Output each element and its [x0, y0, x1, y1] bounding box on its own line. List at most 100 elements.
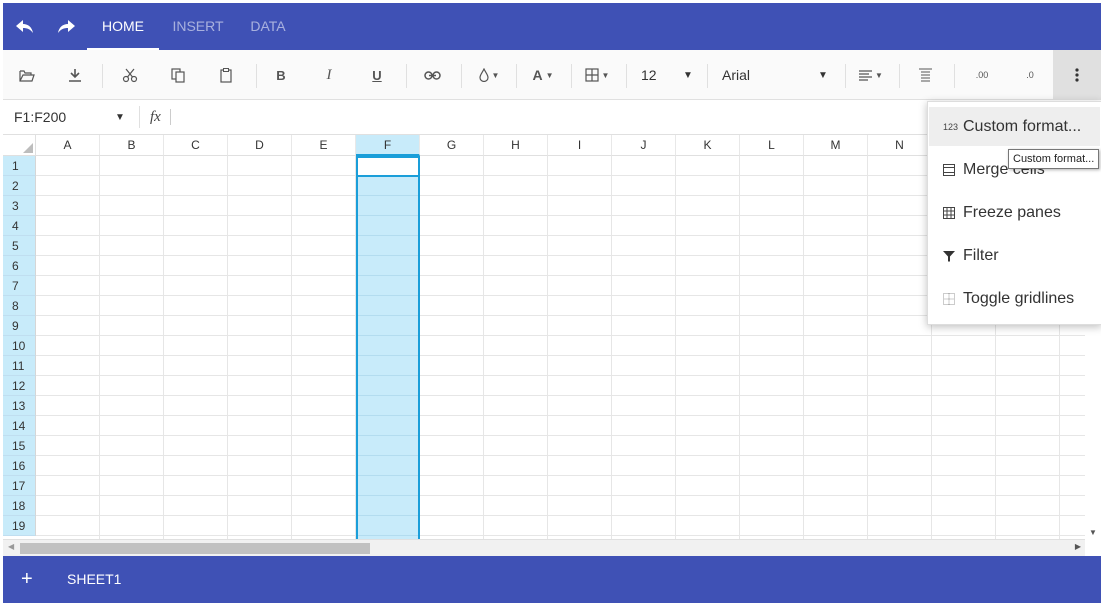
copy-icon: [171, 67, 185, 83]
menu-item-toggle-gridlines[interactable]: Toggle gridlines: [929, 279, 1100, 318]
row-header[interactable]: 2: [3, 176, 36, 196]
row-header[interactable]: 12: [3, 376, 36, 396]
decrease-decimal-button[interactable]: .0: [1015, 50, 1045, 100]
sheet-tab[interactable]: SHEET1: [67, 556, 121, 603]
row-header[interactable]: 9: [3, 316, 36, 336]
row-header[interactable]: 11: [3, 356, 36, 376]
font-color-label: A: [532, 67, 543, 83]
more-options-button[interactable]: [1053, 50, 1101, 100]
column-header[interactable]: G: [420, 135, 484, 156]
column-header[interactable]: K: [676, 135, 740, 156]
row-header[interactable]: 3: [3, 196, 36, 216]
formula-input[interactable]: [175, 100, 935, 135]
paste-button[interactable]: [212, 50, 240, 100]
chevron-down-icon[interactable]: ▼: [115, 100, 125, 135]
bold-button[interactable]: B: [267, 50, 295, 100]
align-button[interactable]: ▼: [853, 50, 889, 100]
wrap-text-button[interactable]: [911, 50, 939, 100]
spreadsheet-app: HOME INSERT DATA B I U ▼ A ▼ ▼ 12 ▼ Aria…: [3, 3, 1101, 603]
column-header[interactable]: M: [804, 135, 868, 156]
fx-label: fx: [150, 109, 161, 125]
download-icon: [69, 69, 81, 82]
row-header[interactable]: 10: [3, 336, 36, 356]
column-header[interactable]: N: [868, 135, 932, 156]
horizontal-scrollbar[interactable]: ◀ ▶: [3, 539, 1085, 556]
row-header[interactable]: 7: [3, 276, 36, 296]
merge-cells-icon: [943, 163, 959, 176]
font-family-value: Arial: [722, 67, 751, 83]
fill-color-button[interactable]: ▼: [471, 50, 507, 100]
hyperlink-button[interactable]: [418, 50, 446, 100]
scissors-icon: [122, 68, 138, 82]
tab-insert[interactable]: INSERT: [162, 3, 234, 50]
font-color-button[interactable]: A ▼: [525, 50, 561, 100]
row-header[interactable]: 4: [3, 216, 36, 236]
add-sheet-button[interactable]: +: [21, 556, 33, 603]
caret-down-icon: ▼: [601, 70, 610, 80]
row-header[interactable]: 14: [3, 416, 36, 436]
tab-data[interactable]: DATA: [238, 3, 298, 50]
column-header[interactable]: A: [36, 135, 100, 156]
caret-down-icon: ▼: [875, 70, 883, 80]
active-cell[interactable]: [356, 156, 420, 177]
tooltip: Custom format...: [1008, 149, 1100, 169]
column-header[interactable]: B: [100, 135, 164, 156]
row-header[interactable]: 16: [3, 456, 36, 476]
increase-decimal-button[interactable]: .00: [967, 50, 997, 100]
caret-down-icon: ▼: [545, 70, 554, 80]
redo-icon: [58, 20, 75, 33]
column-header[interactable]: C: [164, 135, 228, 156]
column-header[interactable]: F: [356, 135, 420, 156]
row-header[interactable]: 13: [3, 396, 36, 416]
select-all-corner[interactable]: [3, 135, 36, 156]
increase-decimal-icon: .00: [975, 70, 989, 80]
font-family-select[interactable]: Arial ▼: [713, 50, 833, 100]
column-header[interactable]: I: [548, 135, 612, 156]
undo-icon: [16, 20, 33, 33]
menu-item-custom-format[interactable]: 123 Custom format...: [929, 107, 1100, 146]
spreadsheet-grid[interactable]: ABCDEFGHIJKLMN 1 2 3 4 5 6 7 8 9 10 11 12 13 14 15 16 17…: [3, 135, 1085, 539]
name-box[interactable]: F1:F200: [14, 100, 66, 135]
row-header[interactable]: 1: [3, 156, 36, 176]
row-header[interactable]: 17: [3, 476, 36, 496]
row-header[interactable]: 18: [3, 496, 36, 516]
scroll-left-icon[interactable]: ◀: [8, 542, 14, 551]
decrease-decimal-icon: .0: [1026, 70, 1034, 80]
borders-button[interactable]: ▼: [579, 50, 615, 100]
row-header[interactable]: 19: [3, 516, 36, 536]
menu-item-filter[interactable]: Filter: [929, 236, 1100, 275]
freeze-panes-icon: [943, 206, 959, 219]
column-header[interactable]: L: [740, 135, 804, 156]
row-header[interactable]: 5: [3, 236, 36, 256]
underline-button[interactable]: U: [363, 50, 391, 100]
row-header[interactable]: 6: [3, 256, 36, 276]
open-button[interactable]: [13, 50, 41, 100]
copy-button[interactable]: [164, 50, 192, 100]
selected-column-range[interactable]: [356, 156, 420, 539]
font-size-value: 12: [641, 67, 657, 83]
filter-icon: [943, 250, 959, 262]
scroll-down-icon[interactable]: ▼: [1089, 528, 1097, 537]
italic-button[interactable]: I: [315, 50, 343, 100]
save-button[interactable]: [61, 50, 89, 100]
undo-button[interactable]: [11, 13, 39, 41]
row-header[interactable]: 8: [3, 296, 36, 316]
column-header[interactable]: H: [484, 135, 548, 156]
column-header[interactable]: E: [292, 135, 356, 156]
tab-home[interactable]: HOME: [87, 3, 159, 50]
grid-icon: [584, 68, 599, 82]
row-header[interactable]: 15: [3, 436, 36, 456]
scroll-right-icon[interactable]: ▶: [1075, 542, 1081, 551]
scrollbar-thumb[interactable]: [20, 543, 370, 554]
menu-item-label: Toggle gridlines: [963, 289, 1075, 307]
redo-button[interactable]: [52, 13, 80, 41]
menu-item-freeze-panes[interactable]: Freeze panes: [929, 193, 1100, 232]
number-format-icon: 123: [943, 121, 959, 132]
column-header[interactable]: J: [612, 135, 676, 156]
wrap-icon: [918, 68, 932, 82]
font-size-select[interactable]: 12 ▼: [631, 50, 695, 100]
column-header[interactable]: D: [228, 135, 292, 156]
cut-button[interactable]: [116, 50, 144, 100]
toolbar: B I U ▼ A ▼ ▼ 12 ▼ Arial ▼ ▼ .00 .0: [3, 50, 1101, 100]
menu-item-label: Freeze panes: [963, 203, 1061, 221]
